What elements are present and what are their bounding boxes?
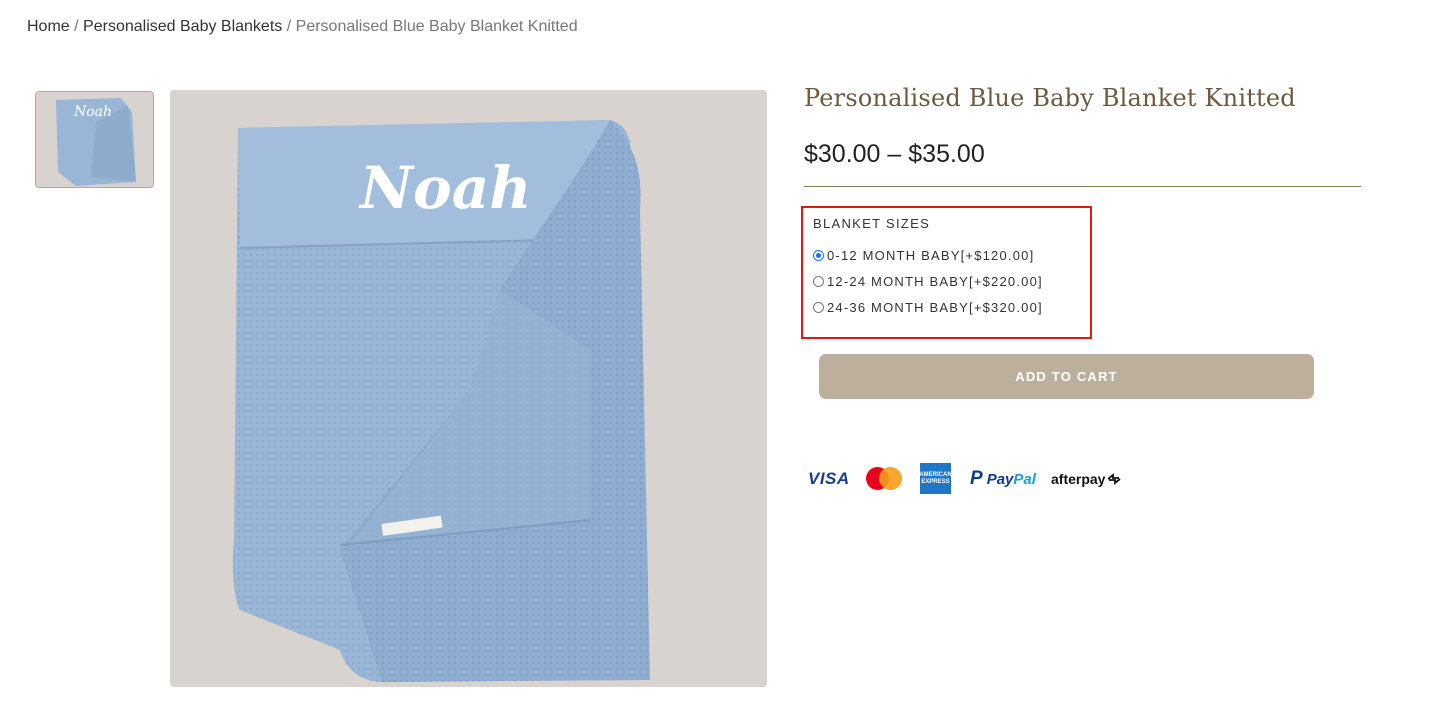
breadcrumb-home[interactable]: Home	[27, 18, 70, 35]
size-option-0-12[interactable]: 0-12 MONTH BABY[+$120.00]	[813, 248, 1034, 263]
blanket-sizes-label: BLANKET SIZES	[813, 216, 931, 231]
product-price: $30.00 – $35.00	[804, 140, 985, 168]
breadcrumb-category[interactable]: Personalised Baby Blankets	[83, 18, 282, 35]
size-option-label: 0-12 MONTH BABY[+$120.00]	[827, 248, 1035, 263]
radio-unselected-icon[interactable]	[813, 302, 824, 313]
afterpay-text: afterpay	[1051, 471, 1106, 487]
breadcrumb-separator: /	[74, 18, 79, 35]
product-title: Personalised Blue Baby Blanket Knitted	[804, 84, 1296, 112]
size-option-label: 12-24 MONTH BABY[+$220.00]	[827, 274, 1043, 289]
radio-unselected-icon[interactable]	[813, 276, 824, 287]
afterpay-icon: afterpay	[1051, 463, 1122, 495]
breadcrumb-separator: /	[286, 18, 292, 35]
size-option-12-24[interactable]: 12-24 MONTH BABY[+$220.00]	[813, 274, 1043, 289]
paypal-text-a: Pay	[986, 470, 1014, 488]
thumbnail-name-text: Noah	[73, 104, 112, 120]
blanket-photo: Noah	[170, 90, 767, 687]
divider	[804, 186, 1361, 187]
mastercard-icon	[866, 463, 903, 495]
afterpay-arrows-icon	[1107, 473, 1122, 485]
blanket-sizes-selector: BLANKET SIZES 0-12 MONTH BABY[+$120.00] …	[801, 206, 1092, 339]
paypal-icon: P Pay Pal	[970, 468, 1036, 489]
blanket-name-text: Noah	[358, 154, 531, 222]
visa-icon: VISA	[808, 469, 850, 488]
paypal-text-b: Pal	[1013, 470, 1036, 488]
amex-icon: AMERICAN EXPRESS	[919, 463, 952, 494]
size-option-label: 24-36 MONTH BABY[+$320.00]	[827, 300, 1043, 315]
thumbnail-image: Noah	[36, 92, 153, 187]
radio-selected-icon[interactable]	[813, 250, 824, 261]
size-option-24-36[interactable]: 24-36 MONTH BABY[+$320.00]	[813, 300, 1043, 315]
add-to-cart-button[interactable]: ADD TO CART	[819, 354, 1314, 399]
product-thumbnail[interactable]: Noah	[35, 91, 154, 188]
product-main-image[interactable]: Noah	[170, 90, 767, 687]
breadcrumb: Home / Personalised Baby Blankets / Pers…	[27, 18, 578, 36]
breadcrumb-current: Personalised Blue Baby Blanket Knitted	[295, 18, 578, 35]
